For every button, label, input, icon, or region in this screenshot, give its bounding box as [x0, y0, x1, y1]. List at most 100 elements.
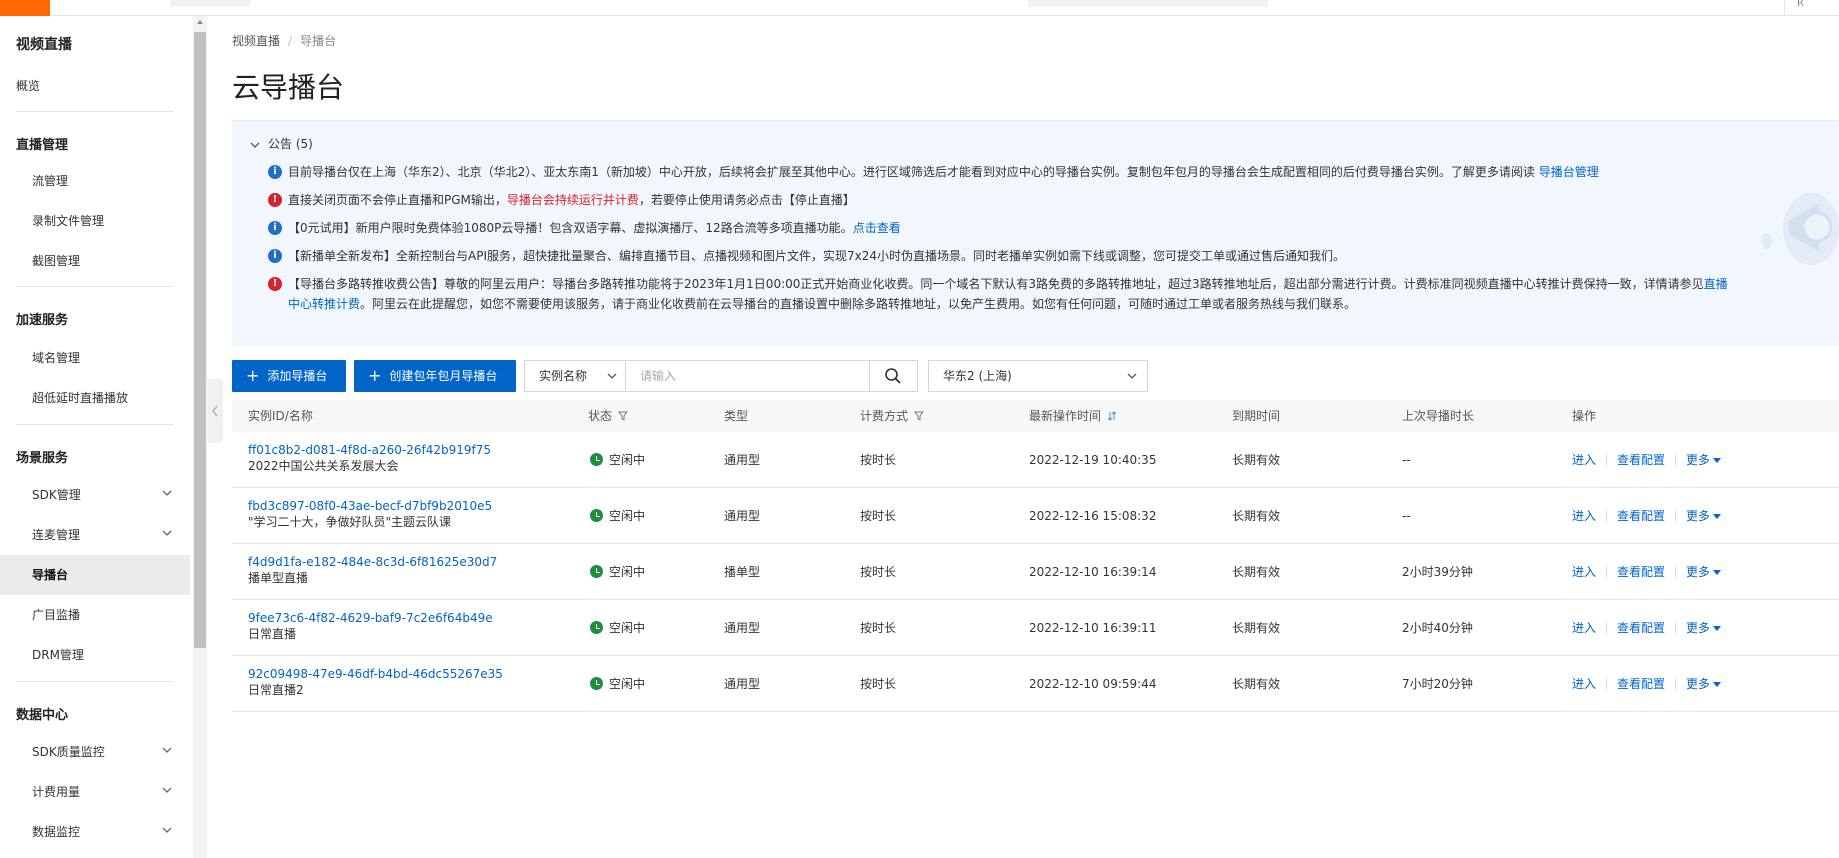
breadcrumb-separator: /	[288, 34, 293, 48]
caret-down-icon	[1713, 514, 1722, 519]
warning-icon: !	[268, 277, 282, 291]
filter-icon[interactable]	[914, 411, 925, 421]
notice-item: ! 直接关闭页面不会停止直播和PGM输出，导播台会持续运行并计费，若要停止使用请…	[268, 190, 1738, 210]
sidebar-group-data-center: 数据中心	[16, 708, 69, 723]
status-cell: 空闲中	[590, 656, 645, 712]
chevron-left-icon	[212, 405, 218, 417]
column-header-status[interactable]: 状态	[588, 400, 629, 432]
column-header-id: 实例ID/名称	[248, 409, 313, 423]
instance-name: 日常直播2	[248, 683, 304, 697]
divider	[1675, 622, 1677, 634]
notice-link[interactable]: 导播台管理	[1539, 165, 1599, 179]
instance-id-link[interactable]: ff01c8b2-d081-4f8d-a260-26f42b919f75	[248, 442, 491, 458]
more-dropdown[interactable]: 更多	[1686, 621, 1722, 635]
info-icon: i	[268, 165, 282, 179]
search-button[interactable]	[870, 360, 918, 392]
column-header-latest[interactable]: 最新操作时间	[1029, 400, 1117, 432]
instance-name: 日常直播	[248, 627, 297, 641]
region-select[interactable]: 华东2 (上海)	[928, 360, 1148, 392]
filter-icon[interactable]	[618, 411, 629, 421]
top-nav-item[interactable]	[170, 0, 250, 7]
info-icon: i	[268, 221, 282, 235]
top-search-box[interactable]	[1028, 0, 1268, 7]
last-duration-cell: 7小时20分钟	[1402, 677, 1473, 691]
sidebar-item-billing[interactable]: 计费用量	[0, 772, 190, 812]
more-dropdown[interactable]: 更多	[1686, 453, 1722, 467]
column-header-billing[interactable]: 计费方式	[860, 400, 925, 432]
user-menu[interactable]: R	[1784, 0, 1839, 16]
column-header-expire: 到期时间	[1232, 409, 1281, 423]
chevron-down-icon	[162, 787, 172, 793]
billing-cell: 按时长	[860, 565, 897, 579]
chevron-down-icon	[162, 827, 172, 833]
view-config-link[interactable]: 查看配置	[1617, 677, 1665, 691]
table-row: f4d9d1fa-e182-484e-8c3d-6f81625e30d7 播单型直…	[232, 544, 1839, 600]
instance-id-link[interactable]: f4d9d1fa-e182-484e-8c3d-6f81625e30d7	[248, 554, 497, 570]
billing-cell: 按时长	[860, 509, 897, 523]
clock-status-icon	[590, 453, 603, 466]
view-config-link[interactable]: 查看配置	[1617, 509, 1665, 523]
sidebar-scrollbar-thumb[interactable]	[194, 32, 206, 648]
column-header-ops: 操作	[1572, 409, 1597, 423]
table-row: ff01c8b2-d081-4f8d-a260-26f42b919f75 2022…	[232, 432, 1839, 488]
view-config-link[interactable]: 查看配置	[1617, 565, 1665, 579]
breadcrumb-current: 导播台	[300, 34, 337, 48]
sidebar-collapse-button[interactable]	[207, 379, 223, 443]
scroll-up-arrow-icon[interactable]	[196, 18, 204, 26]
billing-cell: 按时长	[860, 677, 897, 691]
instance-id-link[interactable]: fbd3c897-08f0-43ae-becf-d7bf9b2010e5	[248, 498, 492, 514]
instance-id-link[interactable]: 92c09498-47e9-46df-b4bd-46dc55267e35	[248, 666, 503, 682]
create-subscription-button[interactable]: + 创建包年包月导播台	[354, 360, 516, 392]
notice-item: i 【0元试用】新用户限时免费体验1080P云导播！包含双语字幕、虚拟演播厅、1…	[268, 218, 1738, 238]
clock-status-icon	[590, 621, 603, 634]
search-input[interactable]: 请输入	[626, 360, 870, 392]
sort-icon[interactable]	[1107, 411, 1117, 421]
breadcrumb-root[interactable]: 视频直播	[232, 34, 280, 48]
sidebar-item-domain[interactable]: 域名管理	[0, 338, 190, 378]
sidebar-item-record[interactable]: 录制文件管理	[0, 201, 190, 241]
sidebar-item-ultra-low-latency[interactable]: 超低延时直播播放	[0, 378, 190, 418]
view-config-link[interactable]: 查看配置	[1617, 621, 1665, 635]
status-cell: 空闲中	[590, 488, 645, 544]
sidebar-item-sdk-quality[interactable]: SDK质量监控	[0, 732, 190, 772]
last-duration-cell: 2小时39分钟	[1402, 565, 1473, 579]
more-dropdown[interactable]: 更多	[1686, 677, 1722, 691]
expire-cell: 长期有效	[1232, 453, 1281, 467]
main-content: 视频直播 / 导播台 云导播台 公告 (5) i 目前导播台仅在上海（华东2）、北京…	[232, 16, 1839, 858]
enter-link[interactable]: 进入	[1572, 677, 1596, 691]
add-director-button[interactable]: + 添加导播台	[232, 360, 346, 392]
table-row: 9fee73c6-4f82-4629-baf9-7c2e6f64b49e 日常直播…	[232, 600, 1839, 656]
sidebar-item-mic[interactable]: 连麦管理	[0, 515, 190, 555]
notice-toggle[interactable]: 公告 (5)	[250, 135, 313, 152]
enter-link[interactable]: 进入	[1572, 565, 1596, 579]
brand-logo[interactable]	[0, 0, 50, 16]
sidebar-item-director[interactable]: 导播台	[0, 555, 190, 595]
enter-link[interactable]: 进入	[1572, 509, 1596, 523]
sidebar-item-stream[interactable]: 流管理	[0, 161, 190, 201]
expire-cell: 长期有效	[1232, 621, 1281, 635]
sidebar-item-sdk[interactable]: SDK管理	[0, 475, 190, 515]
sidebar-item-monitor[interactable]: 广目监播	[0, 595, 190, 635]
more-dropdown[interactable]: 更多	[1686, 509, 1722, 523]
more-dropdown[interactable]: 更多	[1686, 565, 1722, 579]
chevron-down-icon	[162, 530, 172, 536]
breadcrumb: 视频直播 / 导播台	[232, 32, 336, 49]
sidebar-item-data-monitor[interactable]: 数据监控	[0, 812, 190, 852]
instance-name: 播单型直播	[248, 571, 309, 585]
instance-id-link[interactable]: 9fee73c6-4f82-4629-baf9-7c2e6f64b49e	[248, 610, 493, 626]
last-duration-cell: --	[1402, 453, 1411, 467]
sidebar-item-drm[interactable]: DRM管理	[0, 635, 190, 675]
type-cell: 通用型	[724, 621, 761, 635]
filter-field-select[interactable]: 实例名称	[524, 360, 626, 392]
view-config-link[interactable]: 查看配置	[1617, 453, 1665, 467]
notice-link[interactable]: 点击查看	[853, 221, 901, 235]
top-navbar: R	[0, 0, 1839, 16]
divider	[16, 286, 174, 287]
sidebar-item-snapshot[interactable]: 截图管理	[0, 241, 190, 281]
table-row: fbd3c897-08f0-43ae-becf-d7bf9b2010e5 "学习二…	[232, 488, 1839, 544]
plus-icon: +	[368, 366, 382, 385]
enter-link[interactable]: 进入	[1572, 453, 1596, 467]
sidebar-item-overview[interactable]: 概览	[0, 66, 190, 106]
enter-link[interactable]: 进入	[1572, 621, 1596, 635]
divider	[1606, 622, 1608, 634]
